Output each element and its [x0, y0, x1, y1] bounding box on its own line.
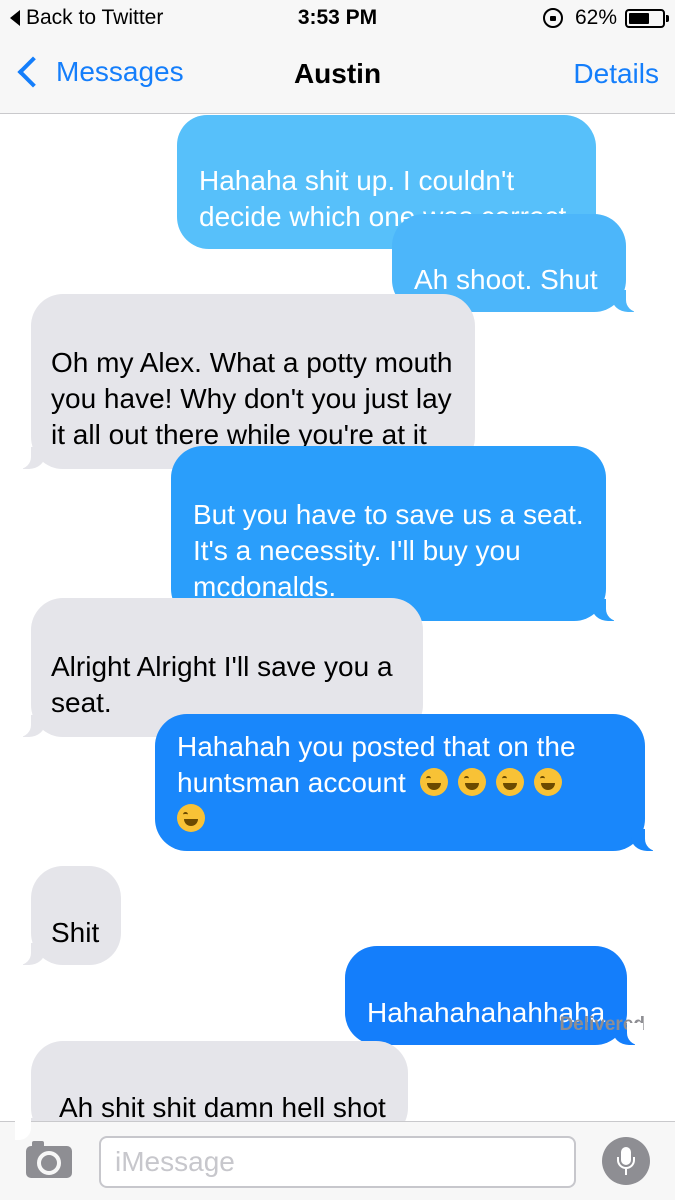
microphone-button[interactable]	[602, 1137, 650, 1185]
microphone-stand	[617, 1157, 635, 1169]
face-with-tears-of-joy-icon	[495, 768, 524, 796]
microphone-base	[625, 1169, 627, 1175]
face-with-tears-of-joy-icon	[533, 768, 562, 796]
message-text: Alright Alright I'll save you a seat.	[51, 651, 393, 718]
message-text: But you have to save us a seat. It's a n…	[193, 499, 584, 602]
face-with-tears-of-joy-icon	[419, 768, 448, 796]
face-with-tears-of-joy-icon	[177, 804, 205, 832]
nav-bar: Messages Austin Details	[0, 36, 675, 114]
imessage-input[interactable]	[99, 1136, 576, 1188]
orientation-lock-icon	[542, 8, 563, 28]
message-bubble-sent[interactable]: Hahahah you posted that on the huntsman …	[155, 714, 661, 851]
battery-icon	[625, 8, 669, 28]
message-text: Shit	[51, 917, 100, 948]
message-bubble-sent[interactable]: But you have to save us a seat. It's a n…	[171, 446, 622, 621]
camera-icon[interactable]	[26, 1141, 72, 1178]
message-text: Oh my Alex. What a potty mouth you have!…	[51, 347, 453, 450]
battery-percent: 62%	[574, 6, 617, 29]
status-right: 62%	[542, 6, 669, 30]
message-bubble-received[interactable]: Oh my Alex. What a potty mouth you have!…	[15, 294, 475, 469]
face-with-tears-of-joy-icon	[457, 768, 486, 796]
compose-bar	[0, 1121, 675, 1200]
battery-fill	[629, 12, 649, 24]
status-bar: Back to Twitter 3:53 PM 62%	[0, 0, 675, 36]
message-bubble-received[interactable]: Shit	[14, 866, 122, 965]
details-button[interactable]: Details	[573, 58, 659, 90]
message-text: Ah shoot. Shut	[414, 264, 598, 295]
message-text: Ah shit shit damn hell shot	[59, 1092, 386, 1123]
